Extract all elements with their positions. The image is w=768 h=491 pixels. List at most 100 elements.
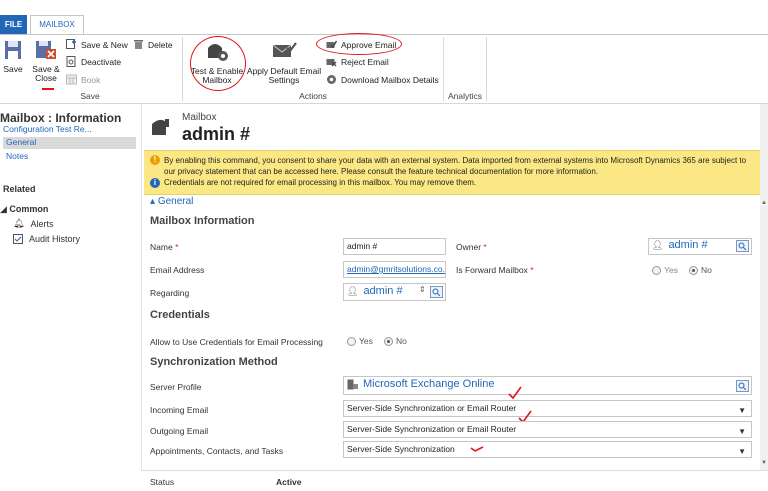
ribbon-group-actions-label: Actions xyxy=(299,91,327,101)
forward-no-option[interactable]: No xyxy=(689,265,712,276)
outgoing-email-select[interactable]: Server-Side Synchronization or Email Rou… xyxy=(343,421,752,438)
appointments-select[interactable]: Server-Side Synchronization ▼ xyxy=(343,441,752,458)
warning-icon: ! xyxy=(150,155,160,165)
red-ellipse-annotation xyxy=(316,33,402,55)
save-close-button[interactable]: Save & Close xyxy=(30,40,62,83)
more-information-link[interactable]: more information xyxy=(536,167,596,176)
save-close-label-2: Close xyxy=(35,73,57,83)
forward-mailbox-label: Is Forward Mailbox * xyxy=(456,265,534,275)
deactivate-button[interactable]: Deactivate xyxy=(66,55,121,68)
ribbon-group-analytics-label: Analytics xyxy=(447,91,482,101)
audit-history-icon xyxy=(13,234,23,244)
save-button[interactable]: Save xyxy=(2,40,24,74)
credentials-no-option[interactable]: No xyxy=(384,336,407,347)
nav-item-general[interactable]: General xyxy=(3,137,136,149)
lookup-icon[interactable] xyxy=(430,286,443,298)
forward-no-label: No xyxy=(701,265,712,275)
credentials-yes-option[interactable]: Yes xyxy=(347,336,373,347)
nav-item-configuration[interactable]: Configuration Test Re... xyxy=(3,124,92,134)
dropdown-arrow-icon: ▼ xyxy=(738,427,746,436)
red-check-annotation xyxy=(508,386,522,400)
consent-notice: By enabling this command, you consent to… xyxy=(164,155,758,177)
nav-item-audit-history[interactable]: Audit History xyxy=(13,234,80,244)
ribbon-separator xyxy=(182,37,183,101)
forward-label-text: Is Forward Mailbox xyxy=(456,265,528,275)
outgoing-email-label: Outgoing Email xyxy=(150,426,209,436)
credentials-no-radio[interactable] xyxy=(384,337,393,347)
name-field[interactable]: admin # xyxy=(343,238,446,255)
bell-icon: 🔔︎ xyxy=(13,218,25,228)
trash-icon xyxy=(134,40,143,49)
nav-related-heading: Related xyxy=(3,184,36,194)
owner-value-text: admin # xyxy=(668,239,708,251)
lookup-icon[interactable] xyxy=(736,240,749,252)
regarding-value[interactable]: 👤︎ admin # xyxy=(347,285,403,297)
forward-yes-option[interactable]: Yes xyxy=(652,265,678,276)
user-icon: 👤︎ xyxy=(347,285,359,296)
notice-text-1: By enabling this command, you consent to… xyxy=(164,156,710,165)
forward-no-radio[interactable] xyxy=(689,266,698,276)
notice-text-4: . xyxy=(595,167,599,176)
email-address-field[interactable]: admin@gmritsolutions.co. xyxy=(343,261,446,278)
book-button[interactable]: Book xyxy=(66,73,100,86)
nav-item-alerts[interactable]: 🔔︎ Alerts xyxy=(13,218,53,229)
scroll-down-icon[interactable]: ▼ xyxy=(761,460,767,466)
save-new-button[interactable]: Save & New xyxy=(66,38,128,51)
forward-yes-label: Yes xyxy=(664,265,678,275)
credentials-yes-label: Yes xyxy=(359,336,373,346)
regarding-type-selector-icon[interactable]: ⇕ xyxy=(419,285,426,294)
server-profile-label: Server Profile xyxy=(150,382,202,392)
credentials-heading: Credentials xyxy=(150,309,210,321)
ribbon-group-save-label: Save xyxy=(80,91,100,101)
save-new-label: Save & New xyxy=(81,39,128,50)
privacy-here-link[interactable]: here xyxy=(321,167,337,176)
owner-value[interactable]: 👤︎ admin # xyxy=(652,239,708,251)
dropdown-arrow-icon: ▼ xyxy=(738,447,746,456)
credentials-yes-radio[interactable] xyxy=(347,337,356,347)
status-bar xyxy=(141,470,768,491)
mailbox-entity-icon xyxy=(152,119,169,135)
apply-default-email-settings-button[interactable]: Apply Default Email Settings xyxy=(246,40,322,85)
general-section-toggle[interactable]: ▴ General xyxy=(150,196,193,207)
reject-email-label: Reject Email xyxy=(341,56,389,67)
outgoing-email-value: Server-Side Synchronization or Email Rou… xyxy=(347,424,517,434)
nav-item-notes[interactable]: Notes xyxy=(6,151,28,161)
server-profile-value[interactable]: Microsoft Exchange Online xyxy=(347,378,494,390)
name-label: Name * xyxy=(150,242,179,252)
scroll-up-icon[interactable]: ▲ xyxy=(761,200,767,206)
notice-text-3: . Please consult the feature technical d… xyxy=(336,167,536,176)
regarding-value-text: admin # xyxy=(363,285,403,297)
forward-yes-radio[interactable] xyxy=(652,266,661,276)
nav-common-group[interactable]: ◢ Common xyxy=(0,204,48,215)
sync-method-heading: Synchronization Method xyxy=(150,356,278,368)
save-close-icon xyxy=(36,41,56,59)
tab-file[interactable]: FILE xyxy=(0,15,27,34)
ribbon-separator xyxy=(443,37,444,101)
nav-alerts-label: Alerts xyxy=(30,218,54,229)
deactivate-icon xyxy=(66,56,76,67)
download-mailbox-details-button[interactable]: Download Mailbox Details xyxy=(326,73,439,86)
tab-mailbox[interactable]: MAILBOX xyxy=(30,15,84,35)
form-scrollbar[interactable] xyxy=(760,205,768,470)
appointments-value: Server-Side Synchronization xyxy=(347,444,455,454)
reject-email-icon xyxy=(326,59,337,67)
delete-button[interactable]: Delete xyxy=(133,38,173,51)
status-label: Status xyxy=(150,477,175,487)
red-circle-annotation xyxy=(190,36,246,91)
header-scrollbar[interactable] xyxy=(760,104,768,204)
lookup-icon[interactable] xyxy=(736,380,749,392)
mailbox-information-heading: Mailbox Information xyxy=(150,215,255,227)
delete-label: Delete xyxy=(148,39,173,50)
owner-label-text: Owner xyxy=(456,242,482,252)
save-new-icon xyxy=(66,39,76,49)
server-profile-icon xyxy=(347,379,358,389)
nav-notes-label: Notes xyxy=(6,151,29,161)
collapse-triangle-icon: ◢ xyxy=(0,204,10,214)
deactivate-label: Deactivate xyxy=(81,56,122,67)
incoming-email-select[interactable]: Server-Side Synchronization or Email Rou… xyxy=(343,400,752,417)
nav-config-label: Configuration Test Re... xyxy=(3,124,92,134)
nav-audit-label: Audit History xyxy=(29,234,81,244)
nav-title: Mailbox : Information xyxy=(0,111,122,125)
reject-email-button[interactable]: Reject Email xyxy=(326,55,389,68)
email-address-label: Email Address xyxy=(150,265,205,275)
